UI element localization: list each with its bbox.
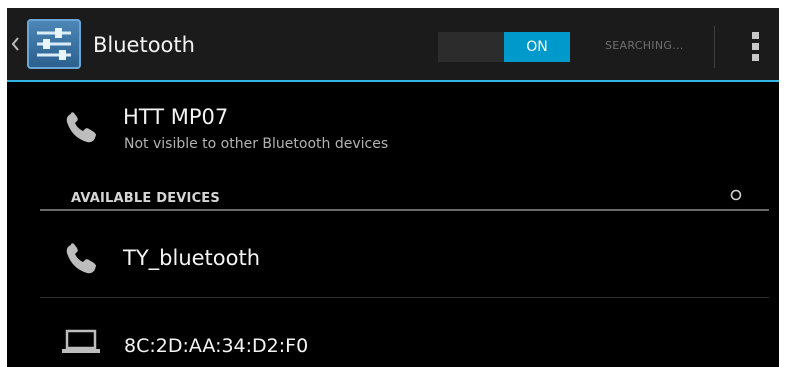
- phone-icon: [64, 111, 98, 145]
- overflow-menu-icon[interactable]: [743, 30, 769, 64]
- phone-icon: [64, 242, 98, 276]
- section-divider: [40, 209, 769, 211]
- available-devices-header: AVAILABLE DEVICES: [71, 191, 220, 206]
- toggle-off-area: [438, 32, 504, 62]
- device-name: TY_bluetooth: [123, 246, 261, 270]
- settings-sliders-icon[interactable]: [27, 19, 81, 69]
- paired-device-subtitle: Not visible to other Bluetooth devices: [124, 136, 389, 152]
- chevron-left-icon[interactable]: [11, 36, 21, 52]
- device-name: 8C:2D:AA:34:D2:F0: [124, 335, 309, 357]
- search-status-button[interactable]: SEARCHING...: [605, 39, 684, 52]
- page-title: Bluetooth: [93, 33, 195, 57]
- action-divider: [714, 26, 715, 68]
- bluetooth-settings-screen: Bluetooth ON SEARCHING... HTT MP07 Not v…: [7, 8, 779, 367]
- action-bar: Bluetooth ON SEARCHING...: [7, 8, 779, 82]
- spinner-icon: [730, 186, 742, 201]
- bluetooth-toggle[interactable]: ON: [438, 32, 570, 62]
- toggle-on-label: ON: [504, 32, 570, 62]
- paired-device-row[interactable]: HTT MP07 Not visible to other Bluetooth …: [40, 84, 769, 168]
- laptop-icon: [61, 328, 101, 356]
- paired-device-name: HTT MP07: [123, 105, 229, 129]
- device-row[interactable]: 8C:2D:AA:34:D2:F0: [40, 298, 769, 367]
- device-row[interactable]: TY_bluetooth: [40, 212, 769, 297]
